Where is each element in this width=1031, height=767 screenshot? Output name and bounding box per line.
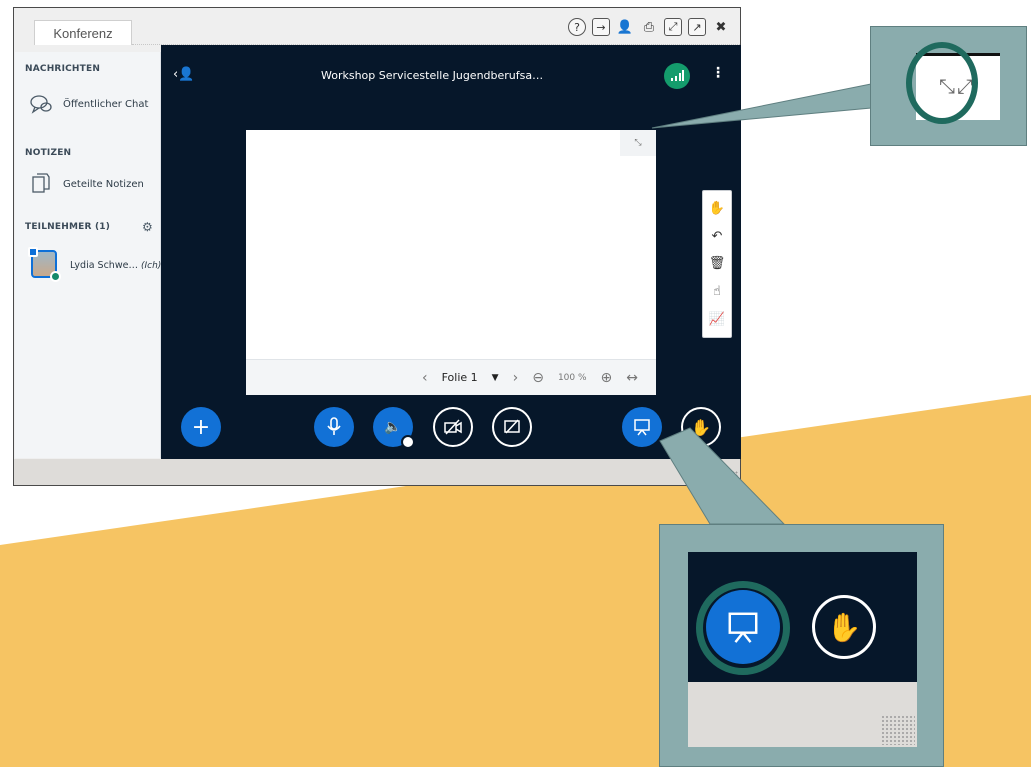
callout-controls-preview: ✋	[688, 552, 917, 682]
callout-footer-preview	[688, 682, 917, 747]
highlight-ring	[906, 42, 978, 124]
screenshot-stage: Konferenz ? → 👤 ⎙ ⤢ ↗ ✖ NACHRICHTEN Öffe…	[0, 0, 1031, 767]
raise-hand-button-zoomed: ✋	[812, 595, 876, 659]
highlight-ring	[696, 581, 790, 675]
callout-fullscreen-zoom: ⤡⤢	[870, 26, 1027, 146]
resize-grip-icon	[881, 715, 915, 745]
callout-presentation-zoom: ✋	[659, 524, 944, 767]
hand-icon: ✋	[826, 610, 862, 644]
